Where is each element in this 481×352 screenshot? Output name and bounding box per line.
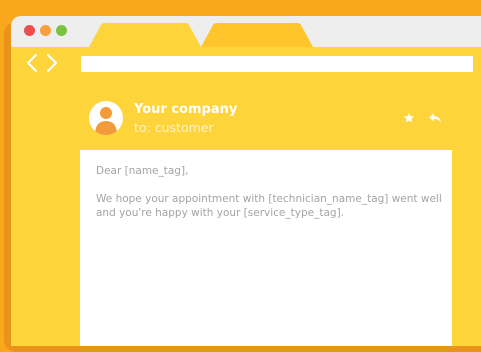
- email-body: Dear [name_tag], We hope your appointmen…: [80, 150, 452, 346]
- email-message: We hope your appointment with [technicia…: [96, 193, 442, 219]
- navigation-buttons: [25, 52, 65, 78]
- recipient-line: to: customer: [134, 120, 214, 135]
- sender-name: Your company: [134, 102, 238, 117]
- address-bar[interactable]: [81, 56, 473, 72]
- close-button[interactable]: [24, 25, 35, 36]
- browser-window: Your company to: customer Dear [name_tag…: [11, 16, 481, 346]
- chevron-right-icon[interactable]: [45, 53, 59, 77]
- tab-2[interactable]: [201, 23, 313, 47]
- email-actions: [403, 109, 442, 123]
- chevron-left-icon[interactable]: [25, 53, 39, 77]
- reply-icon[interactable]: [428, 109, 442, 123]
- title-bar: [11, 16, 481, 47]
- email-text: Dear [name_tag], We hope your appointmen…: [96, 164, 446, 234]
- maximize-button[interactable]: [56, 25, 67, 36]
- user-avatar-icon: [95, 107, 117, 135]
- avatar: [89, 101, 123, 135]
- star-icon[interactable]: [403, 109, 415, 123]
- tab-1[interactable]: [89, 23, 201, 47]
- email-greeting: Dear [name_tag],: [96, 165, 189, 177]
- minimize-button[interactable]: [40, 25, 51, 36]
